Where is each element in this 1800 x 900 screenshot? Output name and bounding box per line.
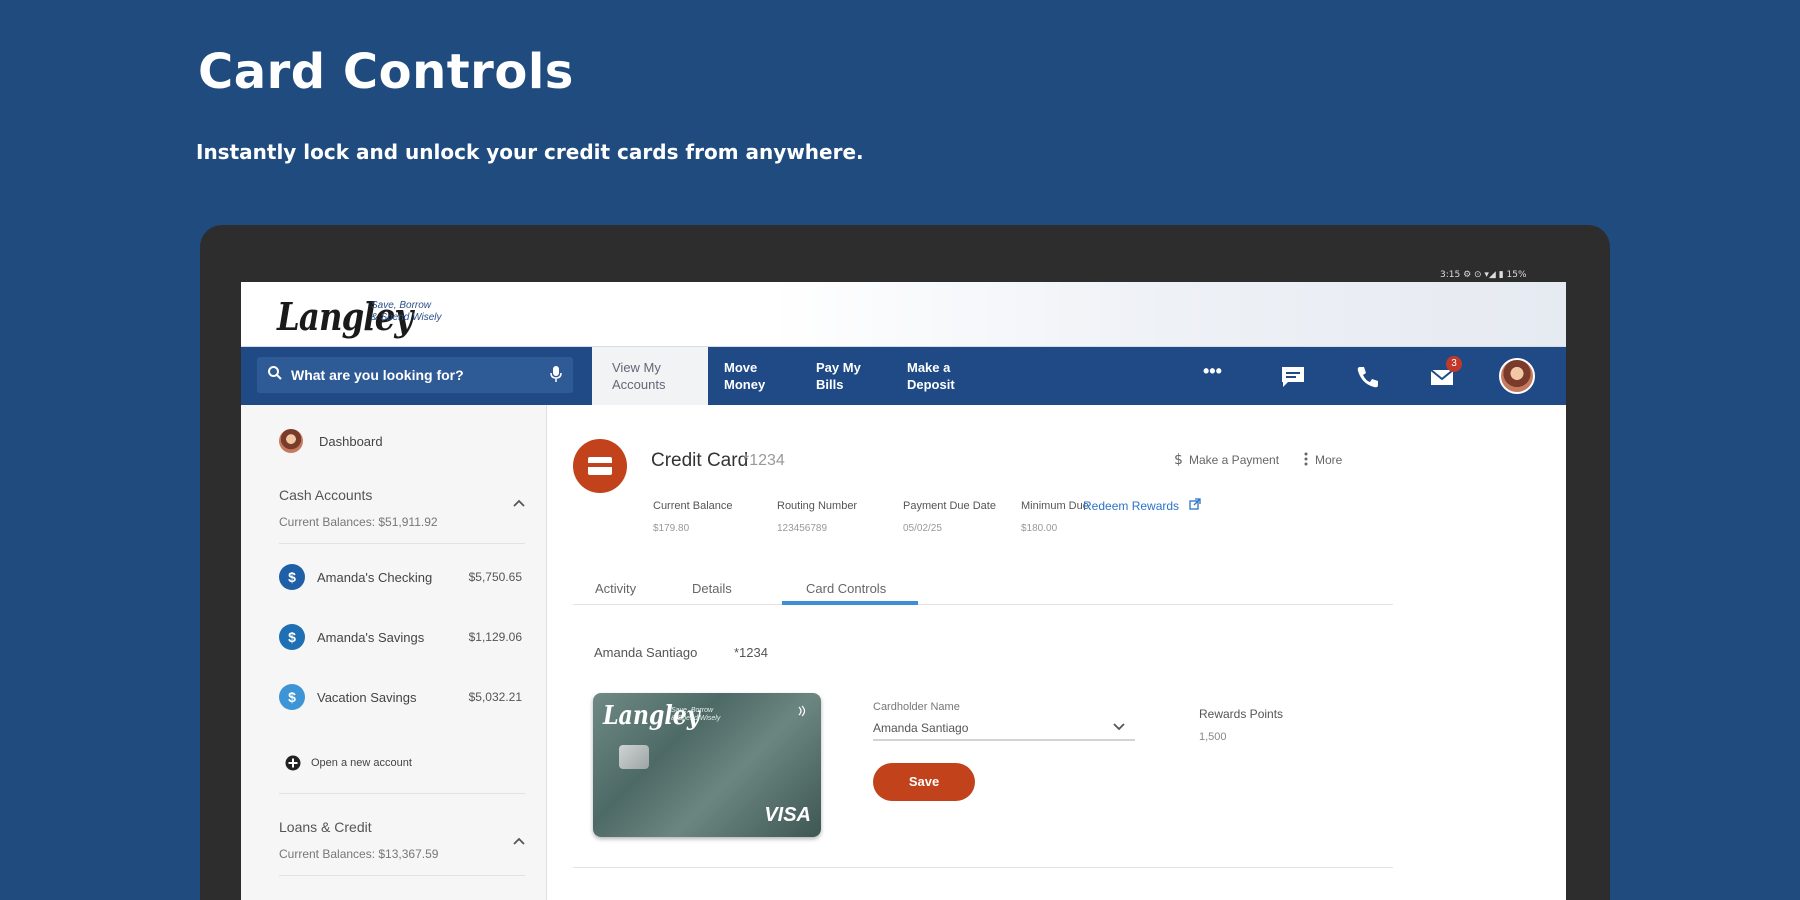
tab-line2: Money bbox=[724, 377, 766, 392]
chat-icon[interactable] bbox=[1279, 363, 1307, 391]
microphone-icon[interactable] bbox=[549, 365, 563, 383]
brand-tagline: Save, Borrow & Spend Wisely bbox=[371, 300, 442, 324]
dollar-icon: $ bbox=[279, 684, 305, 710]
meta-label: Minimum Due bbox=[1021, 500, 1089, 512]
divider bbox=[279, 543, 525, 544]
card-tagline-line1: Save, Borrow bbox=[671, 707, 714, 714]
visa-logo: VISA bbox=[764, 804, 811, 826]
tab-line1: View My bbox=[612, 360, 661, 375]
meta-label: Current Balance bbox=[653, 500, 733, 512]
account-balance-vacation: $5,032.21 bbox=[468, 690, 522, 704]
save-button[interactable]: Save bbox=[873, 763, 975, 801]
meta-value: 123456789 bbox=[777, 523, 828, 534]
credit-card-icon bbox=[573, 439, 627, 493]
chevron-up-icon[interactable] bbox=[513, 837, 525, 845]
mail-badge: 3 bbox=[1446, 356, 1462, 372]
loans-credit-title[interactable]: Loans & Credit bbox=[279, 819, 372, 835]
select-underline bbox=[873, 739, 1135, 741]
meta-label: Routing Number bbox=[777, 500, 858, 512]
tab-pay-my-bills[interactable]: Pay My Bills bbox=[796, 347, 881, 405]
promo-title: Card Controls bbox=[198, 44, 574, 100]
account-name-checking[interactable]: Amanda's Checking bbox=[317, 570, 432, 585]
tab-activity[interactable]: Activity bbox=[595, 581, 636, 596]
contactless-icon bbox=[798, 705, 806, 717]
account-balance-savings: $1,129.06 bbox=[468, 630, 522, 644]
cardholder-name-label: Cardholder Name bbox=[873, 701, 960, 713]
divider bbox=[279, 875, 525, 876]
user-avatar[interactable] bbox=[1499, 358, 1535, 394]
detail-tabs: Activity Details Card Controls bbox=[573, 575, 1393, 605]
dashboard-avatar bbox=[279, 429, 303, 453]
account-name-vacation[interactable]: Vacation Savings bbox=[317, 690, 417, 705]
cash-accounts-title[interactable]: Cash Accounts bbox=[279, 487, 372, 503]
card-holder-mask: *1234 bbox=[734, 645, 768, 660]
plus-circle-icon bbox=[285, 755, 301, 771]
tab-line2: Deposit bbox=[907, 377, 955, 392]
more-vertical-icon[interactable] bbox=[1303, 451, 1309, 467]
card-holder-name: Amanda Santiago bbox=[594, 645, 698, 660]
tab-line2: Bills bbox=[816, 377, 844, 392]
cardholder-name-select[interactable]: Amanda Santiago bbox=[873, 721, 968, 735]
cash-accounts-balance: Current Balances: $51,911.92 bbox=[279, 515, 438, 529]
promo-subtitle: Instantly lock and unlock your credit ca… bbox=[196, 140, 864, 164]
tab-card-controls[interactable]: Card Controls bbox=[806, 581, 886, 596]
brand-tagline-line1: Save, Borrow bbox=[371, 300, 432, 311]
sidebar: Dashboard Cash Accounts Current Balances… bbox=[241, 405, 547, 900]
brand-header: Langley Save, Borrow & Spend Wisely bbox=[241, 282, 1566, 347]
redeem-rewards-link[interactable]: Redeem Rewards bbox=[1083, 499, 1179, 513]
more-button[interactable]: More bbox=[1315, 453, 1342, 467]
dollar-sign-icon: $ bbox=[1174, 452, 1183, 467]
account-name-savings[interactable]: Amanda's Savings bbox=[317, 630, 424, 645]
nav-bar: What are you looking for? View My Accoun… bbox=[241, 347, 1566, 405]
tab-details[interactable]: Details bbox=[692, 581, 732, 596]
rewards-points-value: 1,500 bbox=[1199, 731, 1227, 743]
meta-value: $179.80 bbox=[653, 523, 690, 534]
brand-tagline-line2: & Spend Wisely bbox=[371, 312, 442, 323]
divider bbox=[573, 867, 1393, 868]
tab-make-a-deposit[interactable]: Make a Deposit bbox=[887, 347, 975, 405]
tab-line1: Make a bbox=[907, 360, 951, 375]
tab-move-money[interactable]: Move Money bbox=[704, 347, 785, 405]
open-new-account-link[interactable]: Open a new account bbox=[311, 757, 412, 769]
main-content: Credit Card *1234 $ Make a Payment More … bbox=[547, 405, 1566, 900]
tab-line2: Accounts bbox=[612, 377, 666, 392]
external-link-icon[interactable] bbox=[1189, 498, 1201, 510]
phone-icon[interactable] bbox=[1354, 363, 1382, 391]
card-tagline: Save, Borrow & Spend Wisely bbox=[671, 707, 720, 723]
card-number-mask: *1234 bbox=[743, 452, 785, 469]
chevron-down-icon[interactable] bbox=[1113, 723, 1125, 731]
search-icon bbox=[268, 366, 282, 380]
page-title: Credit Card bbox=[651, 450, 749, 471]
chevron-up-icon[interactable] bbox=[513, 499, 525, 507]
meta-value: 05/02/25 bbox=[903, 523, 942, 534]
meta-value: $180.00 bbox=[1021, 523, 1058, 534]
card-chip bbox=[619, 745, 649, 769]
make-payment-button[interactable]: Make a Payment bbox=[1189, 453, 1279, 467]
status-bar: 3:15 ⚙ ⊙ ▾◢ ▮ 15% bbox=[1440, 270, 1527, 280]
dollar-icon: $ bbox=[279, 624, 305, 650]
app-screen: Langley Save, Borrow & Spend Wisely What… bbox=[241, 282, 1566, 900]
search-bar[interactable]: What are you looking for? bbox=[257, 357, 573, 393]
account-balance-checking: $5,750.65 bbox=[468, 570, 522, 584]
tab-line1: Move bbox=[724, 360, 758, 375]
card-tagline-line2: & Spend Wisely bbox=[671, 715, 721, 722]
search-input[interactable]: What are you looking for? bbox=[291, 367, 464, 383]
rewards-points-label: Rewards Points bbox=[1199, 707, 1284, 721]
dollar-icon: $ bbox=[279, 564, 305, 590]
tab-line1: Pay My bbox=[816, 360, 861, 375]
credit-card-image: Langley Save, Borrow & Spend Wisely VISA bbox=[593, 693, 821, 837]
svg-text:$: $ bbox=[1174, 452, 1183, 467]
sidebar-item-dashboard[interactable]: Dashboard bbox=[319, 434, 383, 449]
loans-credit-balance: Current Balances: $13,367.59 bbox=[279, 847, 439, 861]
meta-label: Payment Due Date bbox=[903, 500, 996, 512]
active-tab-indicator bbox=[782, 601, 918, 605]
tab-view-my-accounts[interactable]: View My Accounts bbox=[592, 347, 708, 405]
divider bbox=[279, 793, 525, 794]
more-menu-icon[interactable]: ••• bbox=[1203, 361, 1231, 389]
